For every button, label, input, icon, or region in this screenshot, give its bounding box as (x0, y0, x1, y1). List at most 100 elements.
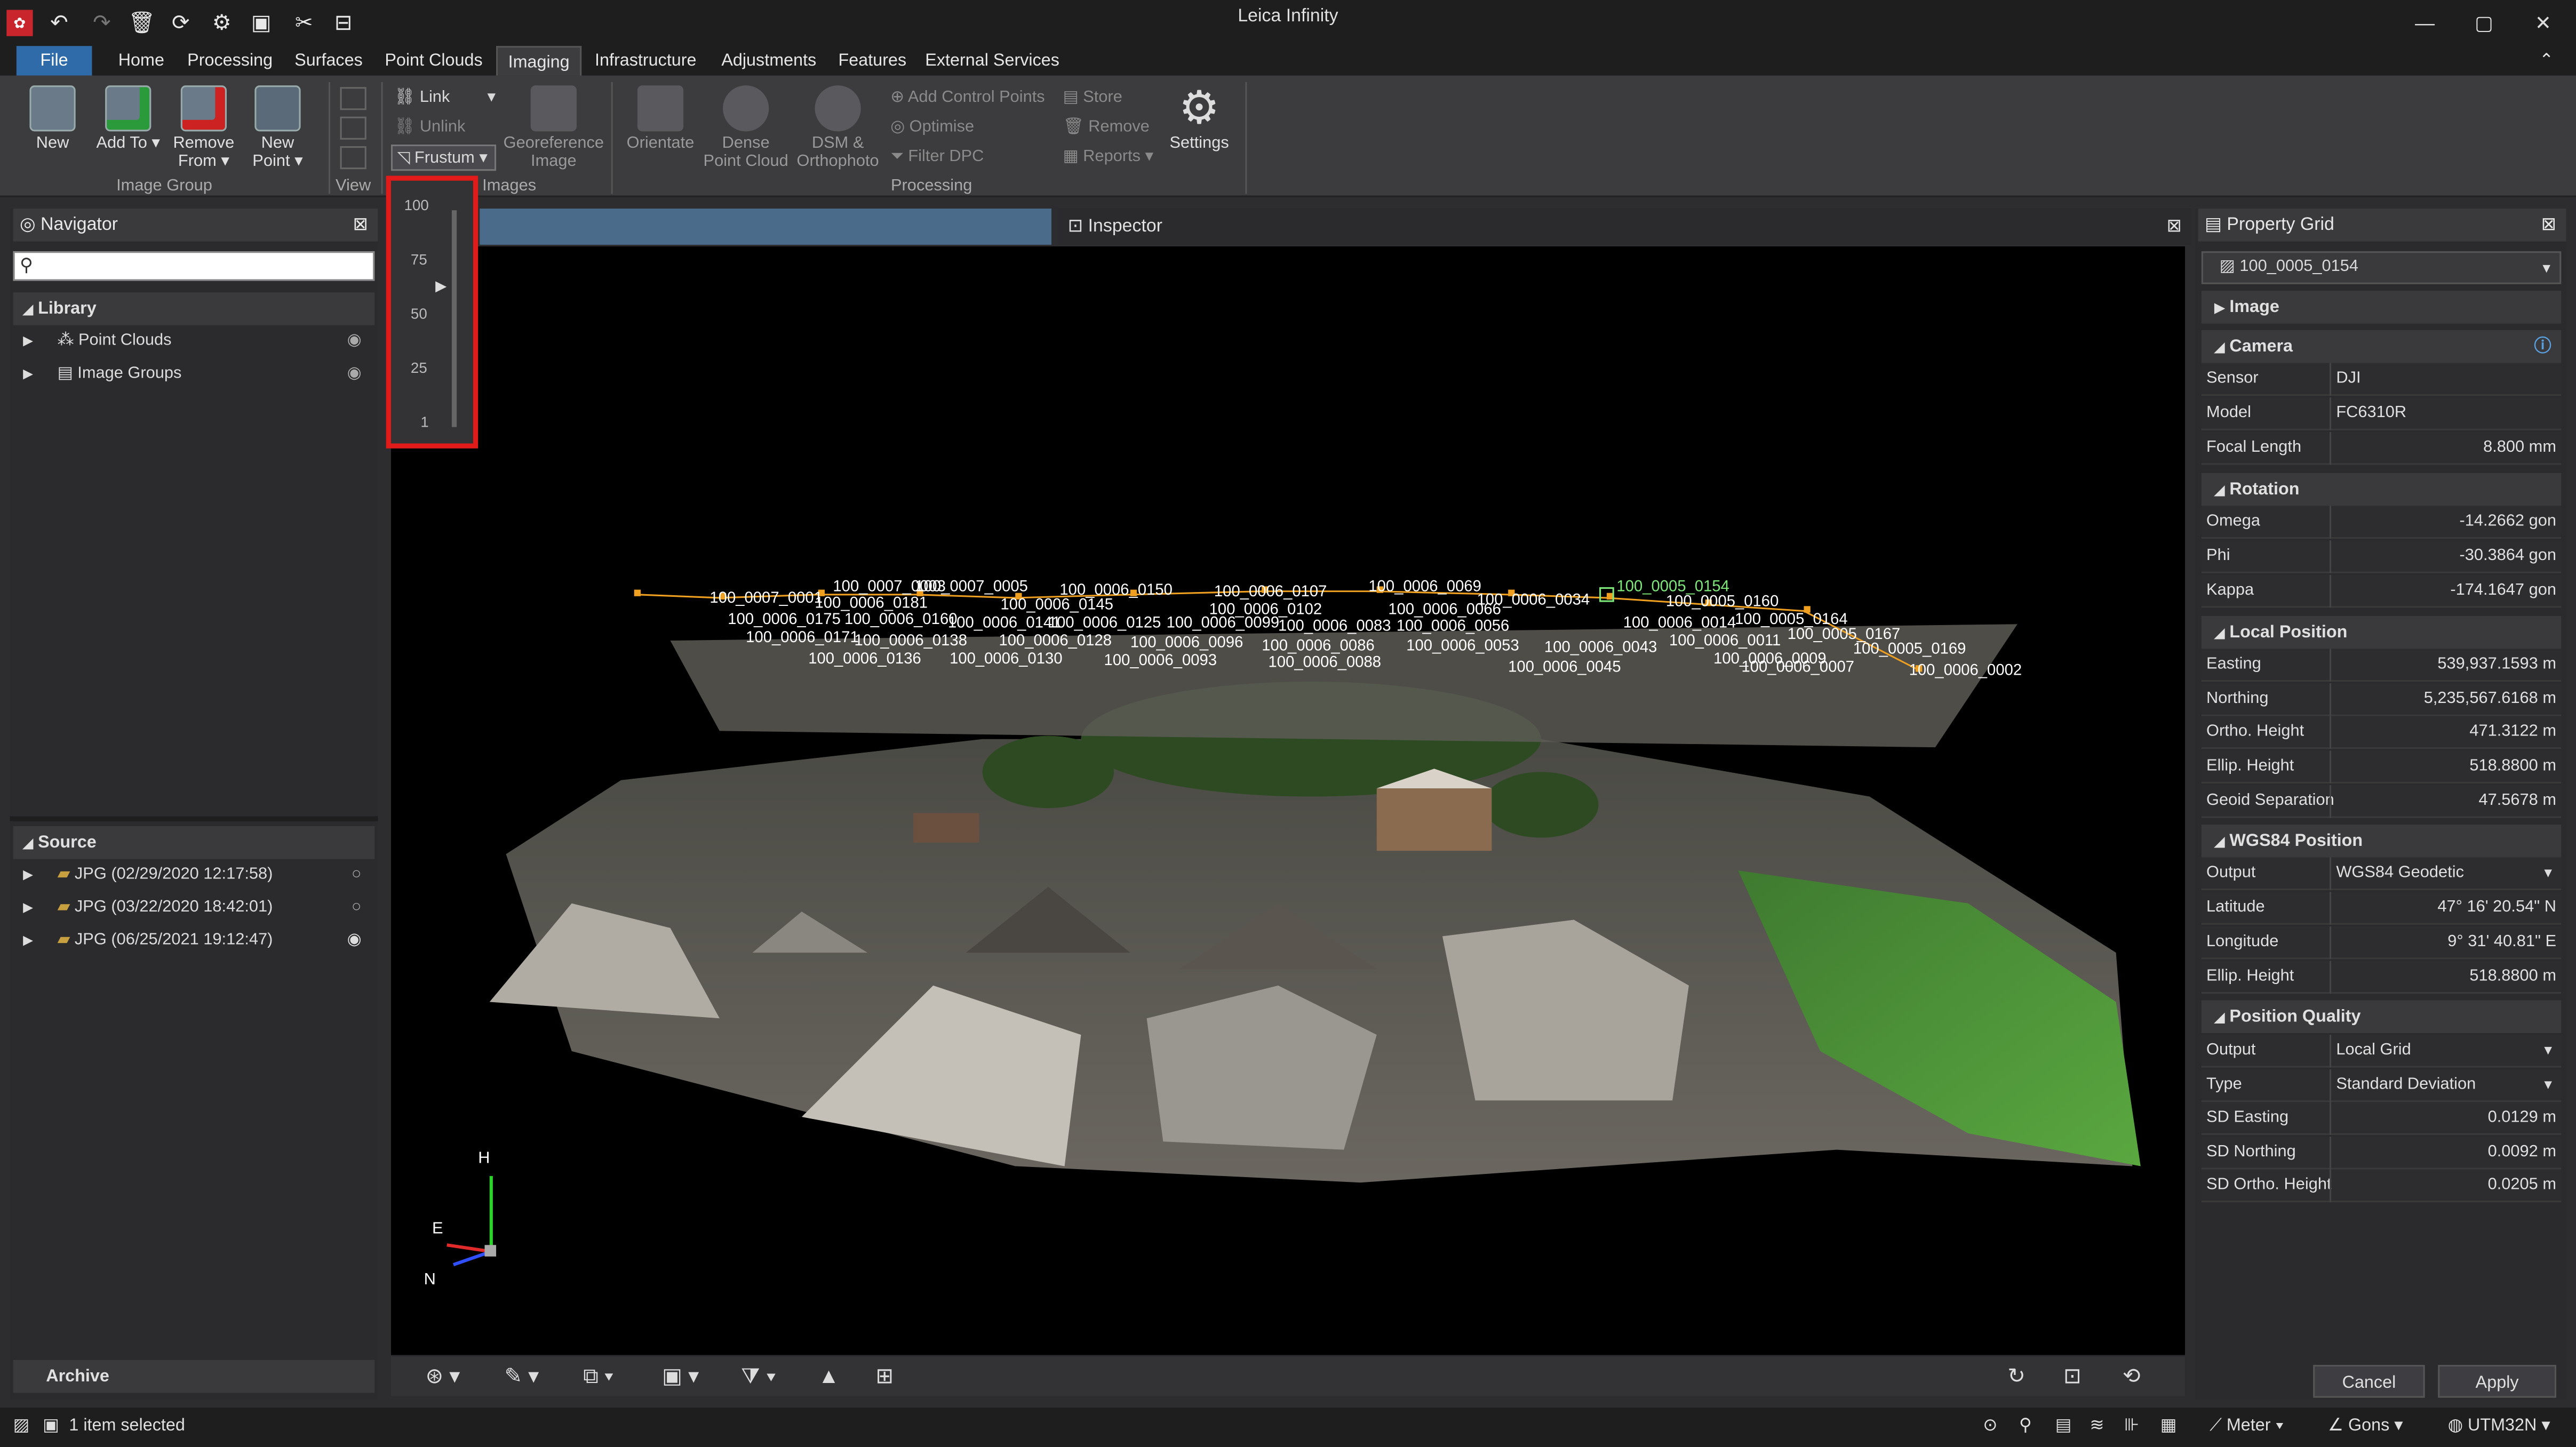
view-toggle-3-icon[interactable] (340, 146, 366, 170)
section-wgs84-position[interactable]: ◢ WGS84 Position (2201, 824, 2562, 858)
camera-label[interactable]: 100_0006_0175 (728, 611, 841, 629)
visibility-eye-icon[interactable]: ◉ (347, 928, 362, 954)
camera-label[interactable]: 100_0005_0160 (1666, 593, 1779, 611)
camera-label[interactable]: 100_0006_0093 (1104, 652, 1217, 670)
layers-icon[interactable]: ≋ (2089, 1416, 2104, 1436)
camera-label[interactable]: 100_0006_0181 (815, 595, 928, 613)
tree-item-point-clouds[interactable]: ▶ ⁂ Point Clouds ◉ (23, 329, 371, 355)
row-quality-output[interactable]: Output Local Grid ▼ (2201, 1035, 2562, 1068)
status-edit-icon[interactable]: ▨ (13, 1416, 30, 1436)
camera-label[interactable]: 100_0006_0069 (1368, 578, 1481, 596)
archive-section[interactable]: Archive (13, 1360, 375, 1393)
camera-label[interactable]: 100_0006_0130 (950, 650, 1063, 668)
frustum-size-slider-thumb[interactable]: ▶ (435, 277, 446, 295)
unlink-button[interactable]: ⛓ Unlink (394, 117, 465, 140)
chart-icon[interactable]: ⊪ (2124, 1416, 2139, 1436)
georeference-image-button[interactable]: Georeference Image (503, 85, 604, 171)
row-quality-type[interactable]: Type Standard Deviation ▼ (2201, 1069, 2562, 1102)
panel-splitter[interactable] (10, 816, 378, 821)
tree-item-image-groups[interactable]: ▶ ▤ Image Groups ◉ (23, 361, 371, 387)
tab-inspector[interactable]: ⊡ Inspector ⊠ (1058, 209, 2192, 245)
camera-label[interactable]: 100_0006_0160 (844, 611, 958, 629)
camera-label[interactable]: 100_0007_0005 (915, 578, 1028, 596)
tab-infrastructure[interactable]: Infrastructure (588, 46, 704, 75)
section-local-position[interactable]: ◢ Local Position (2201, 615, 2562, 649)
minimize-icon[interactable]: — (2408, 8, 2442, 37)
snap-icon[interactable]: ⊙ (1983, 1416, 1997, 1436)
table-icon[interactable]: ▤ (2055, 1416, 2072, 1436)
tab-file[interactable]: File (16, 46, 92, 76)
tab-home[interactable]: Home (105, 46, 178, 75)
camera-label[interactable]: 100_0006_0011 (1669, 633, 1781, 651)
camera-label[interactable]: 100_0006_0145 (1001, 596, 1114, 614)
camera-label[interactable]: 100_0006_0125 (1048, 614, 1161, 633)
camera-label[interactable]: 100_0006_0002 (1909, 662, 2022, 680)
camera-label[interactable]: 100_0006_0141 (948, 614, 1061, 633)
apply-button[interactable]: Apply (2438, 1365, 2557, 1398)
units-dropdown[interactable]: ⟋ Meter ▾ (2210, 1416, 2284, 1437)
grid-icon[interactable]: ⊞ (875, 1363, 894, 1389)
tab-surfaces[interactable]: Surfaces (286, 46, 371, 75)
optimise-button[interactable]: ◎ Optimise (890, 117, 974, 140)
new-point-button[interactable]: New Point ▾ (246, 85, 309, 171)
search-status-icon[interactable]: ⚲ (2019, 1416, 2032, 1436)
source-item[interactable]: ▶ ▰ JPG (06/25/2021 19:12:47) ◉ (23, 928, 371, 954)
library-section[interactable]: ◢ Library (13, 292, 375, 325)
angle-units-dropdown[interactable]: ∠ Gons ▾ (2328, 1416, 2403, 1436)
camera-label[interactable]: 100_0006_0088 (1269, 654, 1382, 672)
filter-dpc-button[interactable]: ⏷ Filter DPC (890, 146, 984, 169)
reset-view-icon[interactable]: ↻ (2007, 1363, 2025, 1389)
camera-label[interactable]: 100_0006_0171 (746, 629, 859, 647)
visibility-eye-icon[interactable]: ◉ (347, 329, 362, 355)
camera-label[interactable]: 100_0007_0001 (709, 590, 823, 608)
section-position-quality[interactable]: ◢ Position Quality (2201, 1000, 2562, 1034)
store-button[interactable]: ▤ Store (1063, 87, 1122, 110)
zoom-extents-icon[interactable]: ⊡ (2063, 1363, 2081, 1389)
tab-adjustments[interactable]: Adjustments (713, 46, 825, 75)
status-selection-icon[interactable]: ▣ (43, 1416, 59, 1436)
camera-label[interactable]: 100_0006_0056 (1397, 618, 1510, 636)
tab-processing[interactable]: Processing (184, 46, 276, 75)
camera-label[interactable]: 100_0006_0128 (999, 633, 1112, 651)
camera-label[interactable]: 100_0006_0136 (808, 650, 921, 668)
camera-label[interactable]: 100_0006_0045 (1508, 659, 1621, 677)
section-image[interactable]: ▶ Image (2201, 291, 2562, 324)
navigation-mode-icon[interactable]: ⊛ ▾ (426, 1363, 460, 1389)
inspector-close-icon[interactable]: ⊠ (2166, 209, 2181, 245)
info-icon[interactable]: ⓘ (2534, 330, 2551, 363)
camera-label[interactable]: 100_0006_0138 (854, 633, 967, 651)
camera-label[interactable]: 100_0005_0169 (1853, 641, 1966, 659)
tab-features[interactable]: Features (833, 46, 912, 75)
filter-view-icon[interactable]: ⧩ ▾ (741, 1363, 776, 1389)
navigator-search-field[interactable] (41, 254, 370, 278)
camera-label[interactable]: 100_0006_0007 (1741, 659, 1854, 677)
camera-label[interactable]: 100_0006_0066 (1388, 601, 1501, 619)
reports-button[interactable]: ▦ Reports ▾ (1063, 146, 1154, 169)
radio-circle-icon[interactable]: ○ (352, 895, 362, 921)
source-item[interactable]: ▶ ▰ JPG (02/29/2020 12:17:58) ○ (23, 862, 371, 889)
3d-viewport[interactable]: 100_0007_0001 100_0007_0003 100_0007_000… (390, 246, 2186, 1355)
link-button[interactable]: ⛓ Link ▾ (394, 87, 496, 110)
tab-external-services[interactable]: External Services (923, 46, 1062, 75)
property-grid-close-icon[interactable]: ⊠ (2541, 209, 2556, 242)
remove-button[interactable]: 🗑 Remove (1063, 117, 1150, 140)
tab-point-clouds[interactable]: Point Clouds (379, 46, 488, 75)
view-cube-icon[interactable]: ⧉ ▾ (583, 1363, 613, 1389)
tab-imaging[interactable]: Imaging (496, 46, 582, 76)
view-toggle-1-icon[interactable] (340, 87, 366, 110)
camera-label[interactable]: 100_0006_0096 (1130, 634, 1243, 652)
row-wgs-output[interactable]: Output WGS84 Geodetic ▼ (2201, 857, 2562, 891)
camera-label[interactable]: 100_0006_0083 (1278, 618, 1391, 636)
settings-button[interactable]: ⚙ Settings (1163, 85, 1235, 153)
section-rotation[interactable]: ◢ Rotation (2201, 473, 2562, 506)
collapse-ribbon-icon[interactable]: ⌃ (2530, 46, 2563, 75)
camera-label[interactable]: 100_0006_0086 (1262, 637, 1375, 655)
coordinate-system-dropdown[interactable]: ◍ UTM32N ▾ (2448, 1416, 2550, 1436)
camera-label[interactable]: 100_0006_0014 (1623, 614, 1736, 633)
dsm-orthophoto-button[interactable]: DSM & Orthophoto (792, 85, 883, 171)
dense-point-cloud-button[interactable]: Dense Point Cloud (703, 85, 788, 171)
source-item[interactable]: ▶ ▰ JPG (03/22/2020 18:42:01) ○ (23, 895, 371, 921)
frustum-dropdown[interactable]: ◹ Frustum ▾ (390, 144, 497, 171)
source-section[interactable]: ◢ Source (13, 826, 375, 859)
maximize-icon[interactable]: ▢ (2468, 8, 2501, 37)
